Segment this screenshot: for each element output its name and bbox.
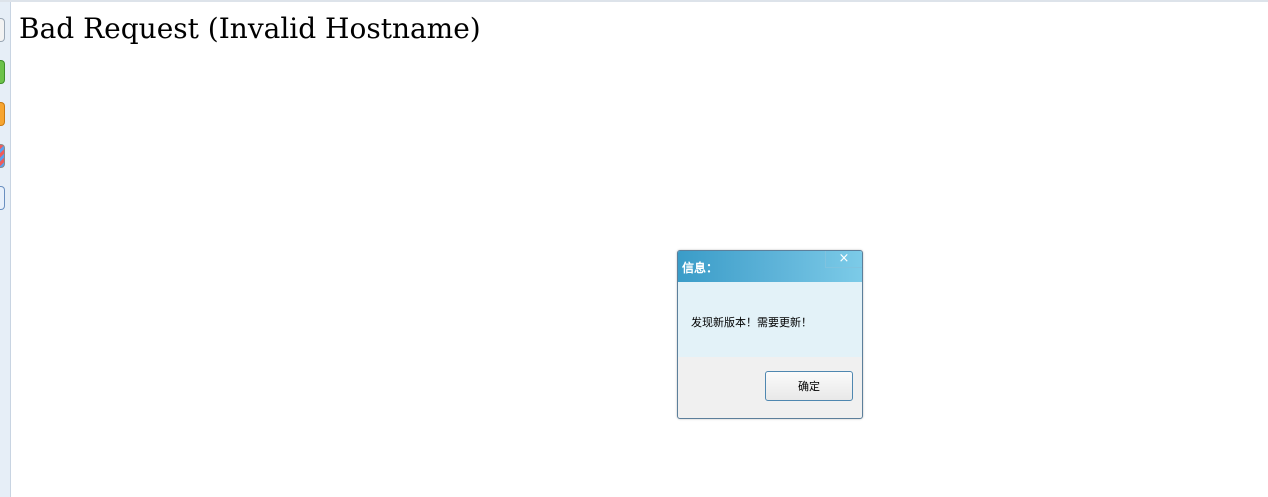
dialog-body: 发现新版本！需要更新！ bbox=[678, 282, 862, 357]
green-icon[interactable] bbox=[0, 60, 5, 84]
dialog-title: 信息： bbox=[682, 261, 719, 275]
dialog-titlebar[interactable]: 信息： × bbox=[678, 251, 862, 282]
info-dialog: 信息： × 发现新版本！需要更新！ 确定 bbox=[677, 250, 863, 419]
blue-icon[interactable] bbox=[0, 186, 5, 210]
ok-button[interactable]: 确定 bbox=[765, 371, 853, 401]
orange-icon[interactable] bbox=[0, 102, 5, 126]
page-icon[interactable] bbox=[0, 18, 5, 42]
striped-icon[interactable] bbox=[0, 144, 5, 168]
close-icon[interactable]: × bbox=[825, 251, 862, 268]
left-toolbar-strip bbox=[0, 2, 11, 497]
browser-page: Bad Request (Invalid Hostname) 信息： × 发现新… bbox=[0, 0, 1268, 497]
dialog-message: 发现新版本！需要更新！ bbox=[691, 316, 812, 329]
error-message: Bad Request (Invalid Hostname) bbox=[19, 12, 481, 45]
